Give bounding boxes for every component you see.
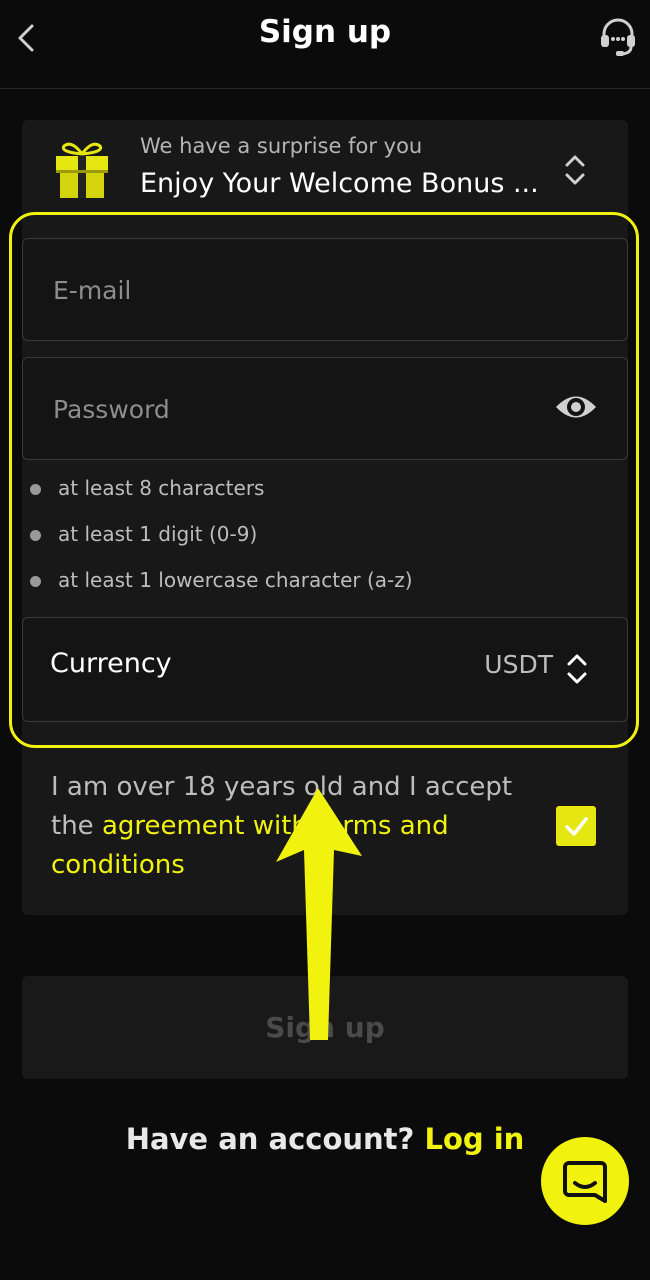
gift-icon — [56, 142, 108, 198]
eye-icon[interactable] — [553, 390, 599, 424]
password-input[interactable] — [51, 358, 535, 461]
password-field[interactable] — [22, 357, 628, 461]
bullet-icon — [30, 484, 41, 495]
email-input[interactable] — [51, 239, 535, 342]
email-field[interactable] — [22, 238, 628, 342]
app-header: Sign up — [0, 0, 650, 89]
signup-card: We have a surprise for you Enjoy Your We… — [22, 120, 628, 915]
login-link[interactable]: Log in — [424, 1122, 524, 1156]
headset-support-icon[interactable] — [596, 14, 640, 58]
welcome-bonus-selector[interactable]: We have a surprise for you Enjoy Your We… — [22, 120, 628, 220]
currency-selector[interactable]: Currency USDT — [22, 617, 628, 722]
currency-label: Currency — [50, 648, 172, 679]
terms-link[interactable]: agreement with terms and conditions — [51, 811, 449, 880]
currency-value: USDT — [484, 650, 553, 679]
terms-text: I am over 18 years old and I accept the … — [51, 772, 513, 880]
bonus-title: Enjoy Your Welcome Bonus ... — [140, 168, 539, 199]
signup-button[interactable]: Sign up — [22, 976, 628, 1079]
page-title: Sign up — [258, 14, 392, 50]
bullet-icon — [30, 530, 41, 541]
sort-icon — [567, 654, 587, 684]
sort-icon — [565, 155, 585, 185]
bonus-subtitle: We have a surprise for you — [140, 134, 423, 158]
chat-icon — [563, 1161, 607, 1203]
chat-button[interactable] — [541, 1137, 629, 1225]
check-icon — [565, 817, 588, 836]
bullet-icon — [30, 576, 41, 587]
terms-checkbox[interactable] — [556, 806, 596, 846]
